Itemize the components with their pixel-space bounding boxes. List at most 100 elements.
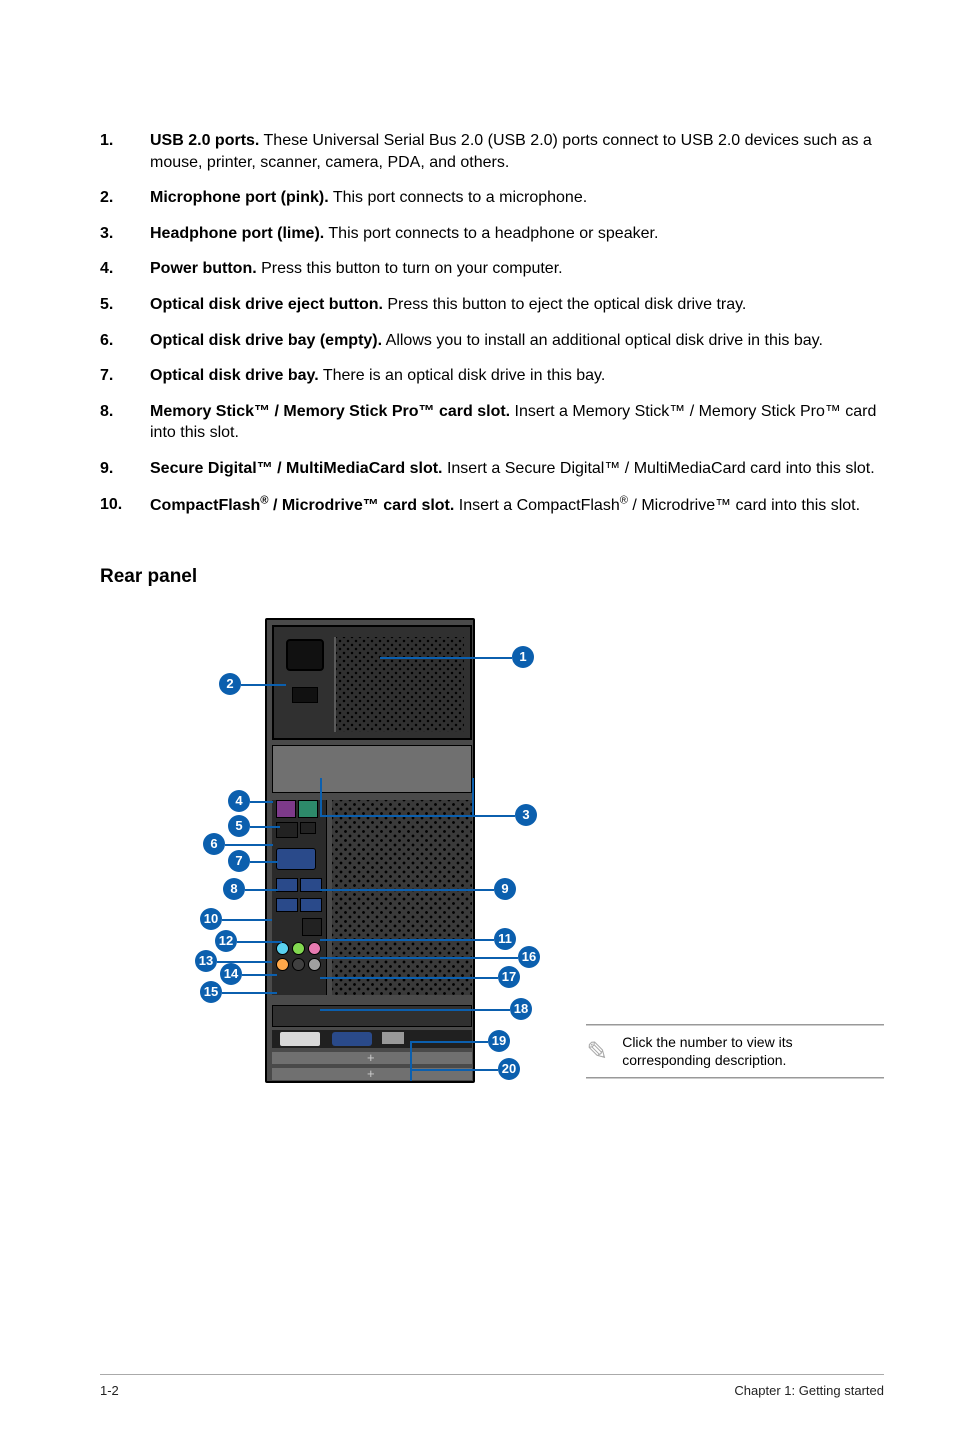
list-num: 1. — [100, 130, 150, 173]
list-bold: CompactFlash® / Microdrive™ card slot. — [150, 497, 454, 514]
leader-line — [320, 889, 494, 891]
list-rest: Press this button to turn on your comput… — [257, 260, 563, 277]
callout-bubble-15[interactable]: 15 — [200, 981, 222, 1003]
list-body: Microphone port (pink). This port connec… — [150, 187, 884, 209]
list-item: 5.Optical disk drive eject button. Press… — [100, 294, 884, 316]
expansion-slot — [272, 1052, 472, 1064]
list-num: 6. — [100, 330, 150, 352]
gpu-dvi-port — [280, 1032, 320, 1046]
list-num: 2. — [100, 187, 150, 209]
callout-bubble-18[interactable]: 18 — [510, 998, 532, 1020]
list-rest: There is an optical disk drive in this b… — [319, 367, 606, 384]
usb-port — [300, 878, 322, 892]
leader-line — [237, 941, 282, 943]
list-bold: Headphone port (lime). — [150, 225, 324, 242]
callout-bubble-8[interactable]: 8 — [223, 878, 245, 900]
list-rest: This port connects to a headphone or spe… — [324, 225, 658, 242]
hdmi-port — [300, 822, 316, 834]
list-bold: Optical disk drive eject button. — [150, 296, 383, 313]
tower-outline — [265, 618, 475, 1083]
list-bold: Optical disk drive bay (empty). — [150, 332, 382, 349]
callout-bubble-10[interactable]: 10 — [200, 908, 222, 930]
leader-line — [320, 815, 515, 817]
list-bold: Optical disk drive bay. — [150, 367, 319, 384]
note-rule — [586, 1077, 884, 1078]
gpu-hdmi-port — [382, 1032, 404, 1044]
callout-bubble-1[interactable]: 1 — [512, 646, 534, 668]
vga-port — [276, 848, 316, 870]
lan-port — [302, 918, 322, 936]
leader-line — [241, 684, 286, 686]
list-item: 9.Secure Digital™ / MultiMediaCard slot.… — [100, 458, 884, 480]
callout-bubble-13[interactable]: 13 — [195, 950, 217, 972]
callout-bubble-12[interactable]: 12 — [215, 930, 237, 952]
callout-bubble-9[interactable]: 9 — [494, 878, 516, 900]
list-item: 3.Headphone port (lime). This port conne… — [100, 223, 884, 245]
list-item: 8.Memory Stick™ / Memory Stick Pro™ card… — [100, 401, 884, 444]
leader-line — [320, 778, 322, 815]
callout-bubble-17[interactable]: 17 — [498, 966, 520, 988]
callout-bubble-14[interactable]: 14 — [220, 963, 242, 985]
list-rest: Allows you to install an additional opti… — [382, 332, 823, 349]
leader-line — [410, 1041, 412, 1081]
list-num: 10. — [100, 494, 150, 517]
leader-line — [225, 844, 273, 846]
list-rest: These Universal Serial Bus 2.0 (USB 2.0)… — [150, 132, 872, 171]
leader-line — [250, 826, 280, 828]
rear-panel-heading: Rear panel — [100, 566, 884, 588]
list-num: 3. — [100, 223, 150, 245]
audio-jack — [308, 942, 321, 955]
ps2-keyboard-port — [276, 800, 296, 818]
list-item: 6.Optical disk drive bay (empty). Allows… — [100, 330, 884, 352]
gpu-vga-port — [332, 1032, 372, 1046]
callout-bubble-7[interactable]: 7 — [228, 850, 250, 872]
callout-bubble-6[interactable]: 6 — [203, 833, 225, 855]
note-text: Click the number to view its correspondi… — [622, 1033, 884, 1069]
leader-line — [472, 778, 474, 815]
callout-bubble-2[interactable]: 2 — [219, 673, 241, 695]
page: 1.USB 2.0 ports. These Universal Serial … — [0, 0, 954, 1438]
list-item: 7.Optical disk drive bay. There is an op… — [100, 365, 884, 387]
leader-line — [410, 1041, 488, 1043]
leader-line — [380, 657, 512, 659]
footer-page-number: 1-2 — [100, 1383, 119, 1398]
list-bold: Power button. — [150, 260, 257, 277]
list-body: CompactFlash® / Microdrive™ card slot. I… — [150, 494, 884, 517]
callout-bubble-16[interactable]: 16 — [518, 946, 540, 968]
rear-panel-figure: 1 2 3 4 5 6 7 8 9 10 11 12 13 14 15 16 1… — [100, 618, 546, 1118]
list-item: 10. CompactFlash® / Microdrive™ card slo… — [100, 494, 884, 517]
leader-line — [320, 1009, 510, 1011]
callout-bubble-3[interactable]: 3 — [515, 804, 537, 826]
list-bold: USB 2.0 ports. — [150, 132, 259, 149]
list-num: 4. — [100, 258, 150, 280]
list-num: 7. — [100, 365, 150, 387]
note-row: ✎ Click the number to view its correspon… — [586, 1025, 884, 1077]
figure-area: 1 2 3 4 5 6 7 8 9 10 11 12 13 14 15 16 1… — [100, 618, 884, 1118]
list-bold: Memory Stick™ / Memory Stick Pro™ card s… — [150, 403, 510, 420]
callout-bubble-5[interactable]: 5 — [228, 815, 250, 837]
gpu-row — [272, 1030, 472, 1048]
psu-frame — [272, 625, 472, 740]
pen-icon: ✎ — [586, 1036, 608, 1067]
callout-bubble-4[interactable]: 4 — [228, 790, 250, 812]
leader-line — [320, 957, 518, 959]
callout-bubble-20[interactable]: 20 — [498, 1058, 520, 1080]
list-item: 4.Power button. Press this button to tur… — [100, 258, 884, 280]
list-item: 1.USB 2.0 ports. These Universal Serial … — [100, 130, 884, 173]
mid-plate — [272, 745, 472, 793]
psu-grille — [334, 637, 464, 732]
list-rest: Insert a CompactFlash® / Microdrive™ car… — [454, 497, 860, 514]
case-grille — [332, 800, 472, 995]
callout-bubble-11[interactable]: 11 — [494, 928, 516, 950]
list-rest: Insert a Secure Digital™ / MultiMediaCar… — [443, 460, 875, 477]
list-num: 5. — [100, 294, 150, 316]
leader-line — [245, 889, 278, 891]
dvi-port — [276, 822, 298, 838]
audio-jack — [276, 958, 289, 971]
audio-jack — [308, 958, 321, 971]
footer-chapter: Chapter 1: Getting started — [734, 1383, 884, 1398]
list-body: Optical disk drive eject button. Press t… — [150, 294, 884, 316]
list-rest: This port connects to a microphone. — [329, 189, 588, 206]
list-body: Optical disk drive bay. There is an opti… — [150, 365, 884, 387]
callout-bubble-19[interactable]: 19 — [488, 1030, 510, 1052]
